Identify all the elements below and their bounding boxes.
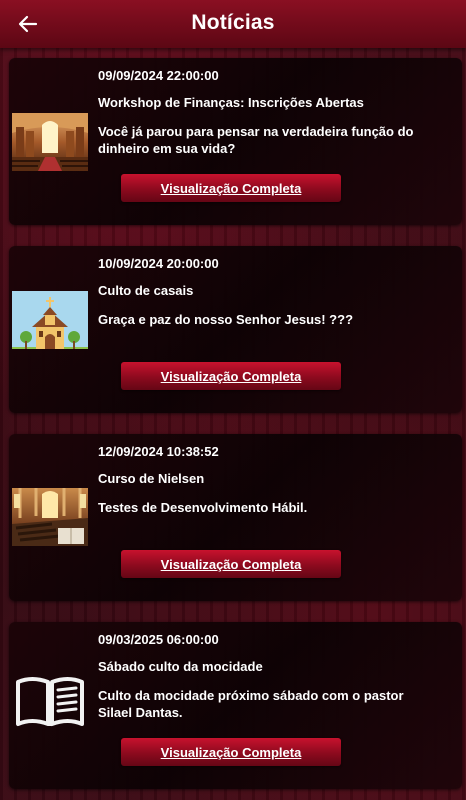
news-description: Você já parou para pensar na verdadeira … (98, 124, 414, 156)
app-bar: Notícias (0, 0, 466, 48)
view-full-button[interactable]: Visualização Completa (121, 550, 341, 578)
news-date: 09/03/2025 06:00:00 (98, 632, 219, 647)
news-title: Culto de casais (98, 283, 194, 298)
news-thumbnail (12, 113, 88, 171)
view-full-button[interactable]: Visualização Completa (121, 362, 341, 390)
news-thumbnail (12, 291, 88, 349)
news-title: Workshop de Finanças: Inscrições Abertas (98, 95, 364, 110)
news-thumbnail (12, 488, 88, 546)
news-card[interactable]: 10/09/2024 20:00:00 Culto de casais Graç… (9, 246, 462, 413)
news-date: 10/09/2024 20:00:00 (98, 256, 219, 271)
news-description: Graça e paz do nosso Senhor Jesus! ??? (98, 312, 354, 327)
news-title: Curso de Nielsen (98, 471, 205, 486)
view-full-button[interactable]: Visualização Completa (121, 738, 341, 766)
church-interior-image (12, 488, 88, 546)
news-date: 12/09/2024 10:38:52 (98, 444, 219, 459)
view-full-button[interactable]: Visualização Completa (121, 174, 341, 202)
news-thumbnail (12, 672, 88, 730)
news-card[interactable]: 09/03/2025 06:00:00 Sábado culto da moci… (9, 622, 462, 789)
church-illustration-image (12, 291, 88, 349)
news-title: Sábado culto da mocidade (98, 659, 263, 674)
news-date: 09/09/2024 22:00:00 (98, 68, 219, 83)
church-interior-image (12, 113, 88, 171)
book-icon (16, 677, 84, 726)
page-title: Notícias (191, 11, 275, 34)
news-card[interactable]: 09/09/2024 22:00:00 Workshop de Finanças… (9, 58, 462, 225)
news-card[interactable]: 12/09/2024 10:38:52 Curso de Nielsen Tes… (9, 434, 462, 601)
news-description: Culto da mocidade próximo sábado com o p… (98, 688, 404, 720)
news-description: Testes de Desenvolvimento Hábil. (98, 500, 308, 515)
